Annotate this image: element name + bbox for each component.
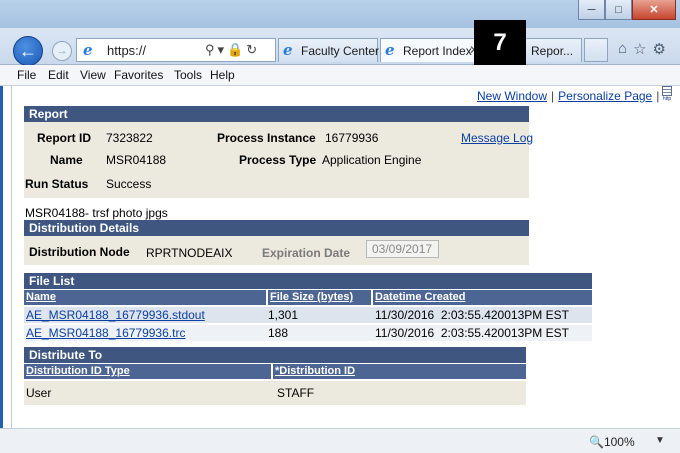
favorites-star-icon[interactable]: ☆ [633,40,646,58]
link-separator: | [656,89,660,103]
column-header-datetime[interactable]: Datetime Created [373,290,592,305]
ie-tab-icon: e [283,41,293,59]
close-icon[interactable]: ✕ [632,0,676,20]
name-label: Name [50,153,83,167]
menu-favorites[interactable]: Favorites [114,68,163,82]
browser-title-bar: ─ □ ✕ [0,0,680,28]
forward-button[interactable]: → [52,41,72,61]
status-bar: 🔍100% ▼ [0,428,680,453]
menu-bar: File Edit View Favorites Tools Help [0,65,680,86]
http-page-icon[interactable]: http [660,86,674,104]
name-value: MSR04188 [106,153,167,167]
column-header-distribution-id-type[interactable]: Distribution ID Type [24,364,271,379]
distribution-details-header: Distribution Details [24,220,529,236]
distribution-id-value: STAFF [277,386,315,400]
tab-label: Report Index [403,44,472,58]
tab-faculty-center[interactable]: e Faculty Center [278,38,380,62]
link-separator: | [551,89,555,103]
search-lock-refresh-icon[interactable]: ⚲▾🔒↻ [205,42,260,58]
step-number-badge: 7 [474,20,526,65]
settings-gear-icon[interactable]: ⚙ [653,40,666,58]
back-button[interactable]: ← [13,36,43,66]
file-link[interactable]: AE_MSR04188_16779936.trc [26,325,185,341]
distribute-to-header: Distribute To [24,347,526,363]
toolbar-icons: ⌂ ☆ ⚙ [618,40,666,58]
process-type-label: Process Type [239,153,317,167]
report-id-value: 7323822 [106,131,153,145]
menu-view[interactable]: View [80,68,106,82]
maximize-icon[interactable]: □ [605,0,632,20]
distribution-id-type-value: User [26,386,52,400]
report-id-label: Report ID [37,131,91,145]
ie-logo-icon: e [83,41,93,59]
file-datetime: 11/30/2016 2:03:55.420013PM EST [375,326,569,340]
window-controls: ─ □ ✕ [578,0,676,20]
address-bar[interactable]: e https:// ⚲▾🔒↻ [76,38,276,62]
tab-label: Faculty Center [301,44,380,58]
page-icon [662,86,672,96]
run-status-value: Success [106,177,152,191]
column-header-distribution-id[interactable]: *Distribution ID [273,364,526,379]
tab-label: Repor... [531,44,574,58]
process-instance-value: 16779936 [325,131,379,145]
menu-file[interactable]: File [17,68,36,82]
menu-edit[interactable]: Edit [48,68,69,82]
new-tab-button[interactable] [584,38,608,62]
table-row: AE_MSR04188_16779936.stdout 1,301 11/30/… [24,307,592,323]
column-header-name[interactable]: Name [24,290,266,305]
tab-report-index[interactable]: e Report Index ✕ [380,38,484,62]
file-size: 1,301 [268,308,299,322]
table-row: User STAFF [24,381,526,405]
new-window-link[interactable]: New Window [477,89,547,103]
file-list-header: File List [24,273,592,289]
http-icon-caption: http [662,96,672,102]
menu-help[interactable]: Help [210,68,235,82]
personalize-page-link[interactable]: Personalize Page [558,89,652,103]
page-left-edge [0,86,12,428]
distribution-node-label: Distribution Node [29,245,130,259]
left-accent-bar [0,86,3,428]
chevron-down-icon[interactable]: ▼ [655,435,665,446]
minimize-icon[interactable]: ─ [578,0,605,20]
run-status-label: Run Status [25,177,89,191]
browser-toolbar: ← → e https:// ⚲▾🔒↻ e Faculty Center e R… [0,28,680,66]
address-text: https:// [107,43,147,58]
file-link[interactable]: AE_MSR04188_16779936.stdout [26,307,205,323]
file-datetime: 11/30/2016 2:03:55.420013PM EST [375,308,569,322]
table-row: AE_MSR04188_16779936.trc 188 11/30/2016 … [24,325,592,341]
top-links: New Window | Personalize Page | [477,89,663,103]
expiration-date-field: 03/09/2017 [366,240,439,258]
file-size: 188 [268,326,289,340]
report-header: Report [24,106,529,122]
menu-tools[interactable]: Tools [174,68,202,82]
zoom-level[interactable]: 🔍100% [589,435,635,449]
distribution-node-value: RPRTNODEAIX [146,246,233,260]
zoom-value: 100% [603,435,635,449]
column-header-file-size[interactable]: File Size (bytes) [268,290,371,305]
process-type-value: Application Engine [322,153,422,167]
expiration-date-label: Expiration Date [262,246,351,260]
report-description: MSR04188- trsf photo jpgs [25,206,168,220]
message-log-link[interactable]: Message Log [461,131,533,145]
home-icon[interactable]: ⌂ [618,40,627,58]
ie-tab-icon: e [385,41,395,59]
process-instance-label: Process Instance [217,131,316,145]
